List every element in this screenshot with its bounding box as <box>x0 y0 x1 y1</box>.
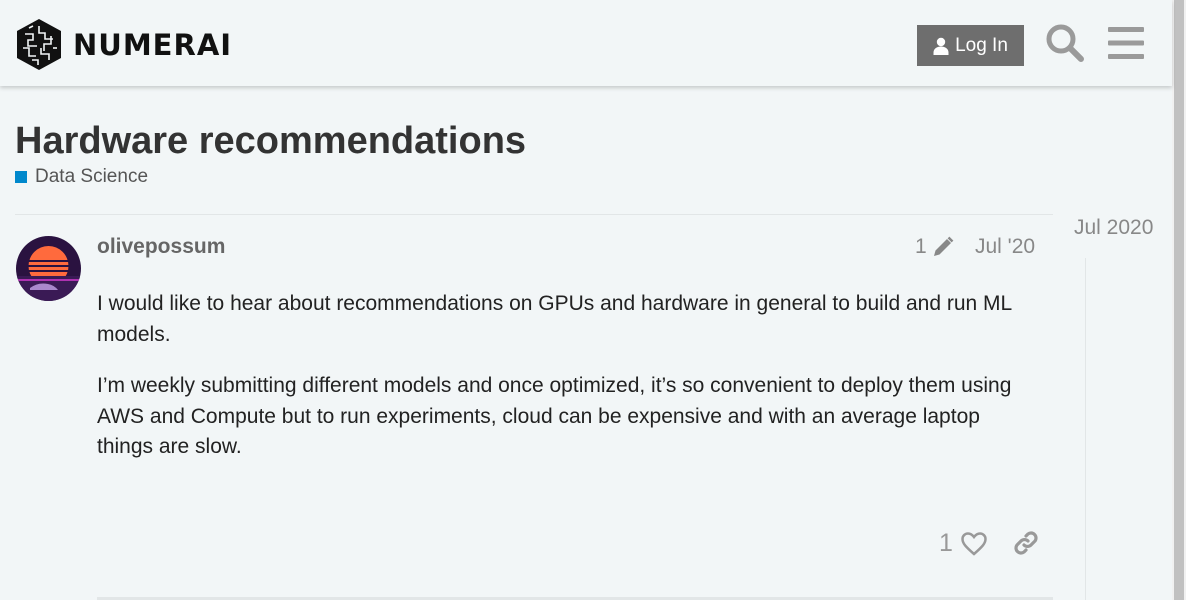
search-icon[interactable] <box>1045 23 1085 63</box>
timeline-track[interactable] <box>1085 258 1086 600</box>
logo-text: NUMERAI <box>73 27 233 62</box>
category-color-square <box>15 171 27 183</box>
site-header: NUMERAI Log In <box>0 0 1172 86</box>
numerai-logo[interactable]: NUMERAI <box>15 18 232 71</box>
avatar-image <box>16 236 81 301</box>
category-label: Data Science <box>35 166 149 187</box>
post-edit-history[interactable]: 1 <box>915 235 955 259</box>
link-share-icon[interactable] <box>1012 529 1040 557</box>
post-username[interactable]: olivepossum <box>97 235 225 259</box>
post-paragraph: I’m weekly submitting different models a… <box>97 374 1012 458</box>
timeline-date[interactable]: Jul 2020 <box>1074 216 1153 240</box>
like-button[interactable]: 1 <box>939 529 987 558</box>
like-count: 1 <box>939 529 953 557</box>
numerai-logo-icon <box>17 19 61 70</box>
login-label: Log In <box>955 34 1008 56</box>
heart-icon <box>961 531 987 556</box>
user-avatar[interactable] <box>16 236 81 301</box>
post-date[interactable]: Jul '20 <box>975 235 1035 259</box>
page-scrollbar[interactable] <box>1172 0 1186 600</box>
post-body: I would like to hear about recommendatio… <box>97 289 1037 484</box>
title-divider <box>15 214 1053 215</box>
user-icon <box>933 37 949 55</box>
edit-count: 1 <box>915 235 927 258</box>
topic-title[interactable]: Hardware recommendations <box>15 120 526 163</box>
hamburger-menu-icon[interactable] <box>1108 26 1144 60</box>
pencil-icon <box>933 236 954 256</box>
login-button[interactable]: Log In <box>917 25 1024 66</box>
scrollbar-thumb[interactable] <box>1174 0 1184 600</box>
category-badge[interactable]: Data Science <box>15 166 148 188</box>
post-paragraph: I would like to hear about recommendatio… <box>97 292 1012 346</box>
